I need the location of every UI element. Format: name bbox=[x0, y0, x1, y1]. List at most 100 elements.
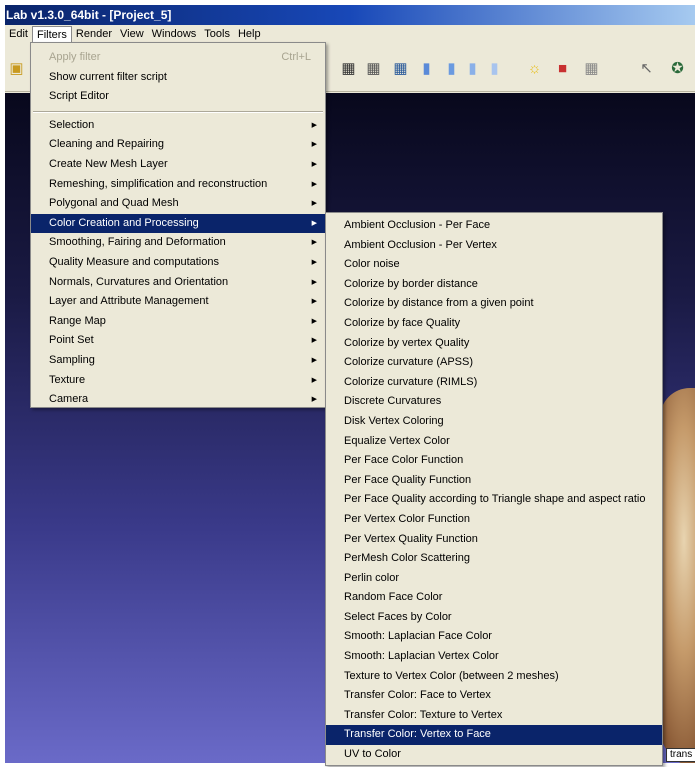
texture-icon[interactable]: ▦ bbox=[582, 56, 601, 80]
menu-item-label: Selection bbox=[49, 118, 95, 131]
menu-item-normals-curvatures-and-orientation[interactable]: Normals, Curvatures and Orientation ▶ bbox=[31, 273, 325, 293]
apply-filter-shortcut: Ctrl+L bbox=[281, 51, 311, 63]
menu-help[interactable]: Help bbox=[234, 26, 265, 43]
filters-submenu-list: Selection ▶ Cleaning and Repairing ▶ Create … bbox=[31, 116, 325, 410]
menu-item-colorize-curvature-apss[interactable]: Colorize curvature (APSS) bbox=[326, 353, 662, 373]
menu-item-label: Polygonal and Quad Mesh bbox=[49, 197, 179, 210]
submenu-arrow-icon: ▶ bbox=[311, 356, 317, 364]
menu-item-texture[interactable]: Texture ▶ bbox=[31, 371, 325, 391]
menu-tools[interactable]: Tools bbox=[200, 26, 234, 43]
mesh-view-icon[interactable]: ▦ bbox=[339, 56, 358, 80]
menu-item-range-map[interactable]: Range Map ▶ bbox=[31, 312, 325, 332]
submenu-arrow-icon: ▶ bbox=[311, 337, 317, 345]
select-icon[interactable]: ↖ bbox=[637, 56, 656, 80]
menu-item-label: Quality Measure and computations bbox=[49, 255, 219, 268]
menu-item-transfer-color-texture-to-vertex[interactable]: Transfer Color: Texture to Vertex bbox=[326, 706, 662, 726]
menu-item-selection[interactable]: Selection ▶ bbox=[31, 116, 325, 136]
menu-item-per-face-quality-function[interactable]: Per Face Quality Function bbox=[326, 471, 662, 491]
submenu-arrow-icon: ▶ bbox=[311, 298, 317, 306]
menu-view[interactable]: View bbox=[116, 26, 148, 43]
menu-item-texture-to-vertex-color-between-2-meshes[interactable]: Texture to Vertex Color (between 2 meshe… bbox=[326, 667, 662, 687]
menu-item-per-face-color-function[interactable]: Per Face Color Function bbox=[326, 451, 662, 471]
submenu-arrow-icon: ▶ bbox=[311, 239, 317, 247]
menu-separator bbox=[31, 107, 325, 116]
filters-menu: Apply filter Ctrl+L Show current filter … bbox=[30, 42, 326, 408]
shade-icon[interactable]: ▮ bbox=[417, 56, 436, 80]
menu-item-discrete-curvatures[interactable]: Discrete Curvatures bbox=[326, 392, 662, 412]
menu-item-perlin-color[interactable]: Perlin color bbox=[326, 569, 662, 589]
menu-item-label: Cleaning and Repairing bbox=[49, 138, 164, 151]
open-icon[interactable]: ▣ bbox=[7, 56, 26, 80]
mesh-view-icon[interactable]: ▦ bbox=[364, 56, 383, 80]
apply-filter-item[interactable]: Apply filter Ctrl+L bbox=[31, 48, 325, 68]
menu-filters[interactable]: Filters bbox=[31, 26, 72, 43]
menu-item-smooth-laplacian-vertex-color[interactable]: Smooth: Laplacian Vertex Color bbox=[326, 647, 662, 667]
menu-item-camera[interactable]: Camera ▶ bbox=[31, 390, 325, 410]
menu-item-label: Remeshing, simplification and reconstruc… bbox=[49, 177, 268, 190]
menu-item-quality-measure-and-computations[interactable]: Quality Measure and computations ▶ bbox=[31, 253, 325, 273]
menu-item-smoothing-fairing-and-deformation[interactable]: Smoothing, Fairing and Deformation ▶ bbox=[31, 233, 325, 253]
menu-item-label: Point Set bbox=[49, 334, 94, 347]
menu-item-colorize-by-distance-from-a-given-point[interactable]: Colorize by distance from a given point bbox=[326, 294, 662, 314]
shade-icon[interactable]: ▮ bbox=[485, 56, 504, 80]
menu-item-label: Camera bbox=[49, 393, 89, 406]
menu-item-colorize-by-border-distance[interactable]: Colorize by border distance bbox=[326, 275, 662, 295]
menu-item-cleaning-and-repairing[interactable]: Cleaning and Repairing ▶ bbox=[31, 135, 325, 155]
show-filter-script-item[interactable]: Show current filter script bbox=[31, 68, 325, 88]
menu-item-color-noise[interactable]: Color noise bbox=[326, 255, 662, 275]
light-icon[interactable]: ☼ bbox=[525, 56, 544, 80]
menu-item-per-vertex-quality-function[interactable]: Per Vertex Quality Function bbox=[326, 530, 662, 550]
menu-item-random-face-color[interactable]: Random Face Color bbox=[326, 588, 662, 608]
submenu-arrow-icon: ▶ bbox=[311, 141, 317, 149]
menu-item-colorize-by-face-quality[interactable]: Colorize by face Quality bbox=[326, 314, 662, 334]
menu-item-remeshing-simplification-and-reconstruction[interactable]: Remeshing, simplification and reconstruc… bbox=[31, 175, 325, 195]
menu-item-transfer-color-vertex-to-face[interactable]: Transfer Color: Vertex to Face bbox=[326, 725, 662, 746]
menu-item-permesh-color-scattering[interactable]: PerMesh Color Scattering bbox=[326, 549, 662, 569]
menu-item-label: Create New Mesh Layer bbox=[49, 157, 168, 170]
submenu-arrow-icon: ▶ bbox=[311, 121, 317, 129]
menu-item-layer-and-attribute-management[interactable]: Layer and Attribute Management ▶ bbox=[31, 292, 325, 312]
menu-item-label: Normals, Curvatures and Orientation bbox=[49, 275, 229, 288]
menu-item-per-vertex-color-function[interactable]: Per Vertex Color Function bbox=[326, 510, 662, 530]
menu-item-create-new-mesh-layer[interactable]: Create New Mesh Layer ▶ bbox=[31, 155, 325, 175]
submenu-arrow-icon: ▶ bbox=[311, 376, 317, 384]
menu-item-colorize-curvature-rimls[interactable]: Colorize curvature (RIMLS) bbox=[326, 373, 662, 393]
menu-item-label: Range Map bbox=[49, 314, 106, 327]
menu-item-color-creation-and-processing[interactable]: Color Creation and Processing ▶ bbox=[31, 213, 325, 234]
menu-windows[interactable]: Windows bbox=[148, 26, 201, 43]
color-icon[interactable]: ■ bbox=[553, 56, 572, 80]
shade-icon[interactable]: ▮ bbox=[442, 56, 461, 80]
submenu-arrow-icon: ▶ bbox=[311, 180, 317, 188]
measure-icon[interactable]: ✪ bbox=[668, 56, 687, 80]
menu-item-equalize-vertex-color[interactable]: Equalize Vertex Color bbox=[326, 432, 662, 452]
menu-item-ambient-occlusion-per-vertex[interactable]: Ambient Occlusion - Per Vertex bbox=[326, 236, 662, 256]
menu-render[interactable]: Render bbox=[72, 26, 116, 43]
color-processing-submenu: Ambient Occlusion - Per Face Ambient Occl… bbox=[325, 212, 663, 766]
menu-item-colorize-by-vertex-quality[interactable]: Colorize by vertex Quality bbox=[326, 334, 662, 354]
shade-icon[interactable]: ▮ bbox=[463, 56, 482, 80]
menu-item-ambient-occlusion-per-face[interactable]: Ambient Occlusion - Per Face bbox=[326, 216, 662, 236]
apply-filter-label: Apply filter bbox=[49, 51, 101, 63]
title-bar: Lab v1.3.0_64bit - [Project_5] bbox=[5, 5, 695, 25]
menu-item-sampling[interactable]: Sampling ▶ bbox=[31, 351, 325, 371]
menu-edit[interactable]: Edit bbox=[5, 26, 32, 43]
submenu-arrow-icon: ▶ bbox=[311, 219, 317, 227]
menu-item-select-faces-by-color[interactable]: Select Faces by Color bbox=[326, 608, 662, 628]
mesh-view-icon[interactable]: ▦ bbox=[391, 56, 410, 80]
menu-item-polygonal-and-quad-mesh[interactable]: Polygonal and Quad Mesh ▶ bbox=[31, 194, 325, 214]
menu-item-smooth-laplacian-face-color[interactable]: Smooth: Laplacian Face Color bbox=[326, 627, 662, 647]
submenu-arrow-icon: ▶ bbox=[311, 160, 317, 168]
menu-item-uv-to-color[interactable]: UV to Color bbox=[326, 745, 662, 765]
submenu-arrow-icon: ▶ bbox=[311, 278, 317, 286]
menu-item-per-face-quality-according-to-triangle-shape-and-aspect-ratio[interactable]: Per Face Quality according to Triangle s… bbox=[326, 490, 662, 510]
menu-item-label: Smoothing, Fairing and Deformation bbox=[49, 236, 226, 249]
menu-item-label: Sampling bbox=[49, 353, 95, 366]
submenu-arrow-icon: ▶ bbox=[311, 396, 317, 404]
submenu-arrow-icon: ▶ bbox=[311, 317, 317, 325]
menu-item-transfer-color-face-to-vertex[interactable]: Transfer Color: Face to Vertex bbox=[326, 686, 662, 706]
menu-item-disk-vertex-coloring[interactable]: Disk Vertex Coloring bbox=[326, 412, 662, 432]
menu-item-label: Texture bbox=[49, 373, 86, 386]
status-tag: trans bbox=[666, 748, 695, 762]
menu-item-point-set[interactable]: Point Set ▶ bbox=[31, 331, 325, 351]
script-editor-item[interactable]: Script Editor bbox=[31, 87, 325, 107]
